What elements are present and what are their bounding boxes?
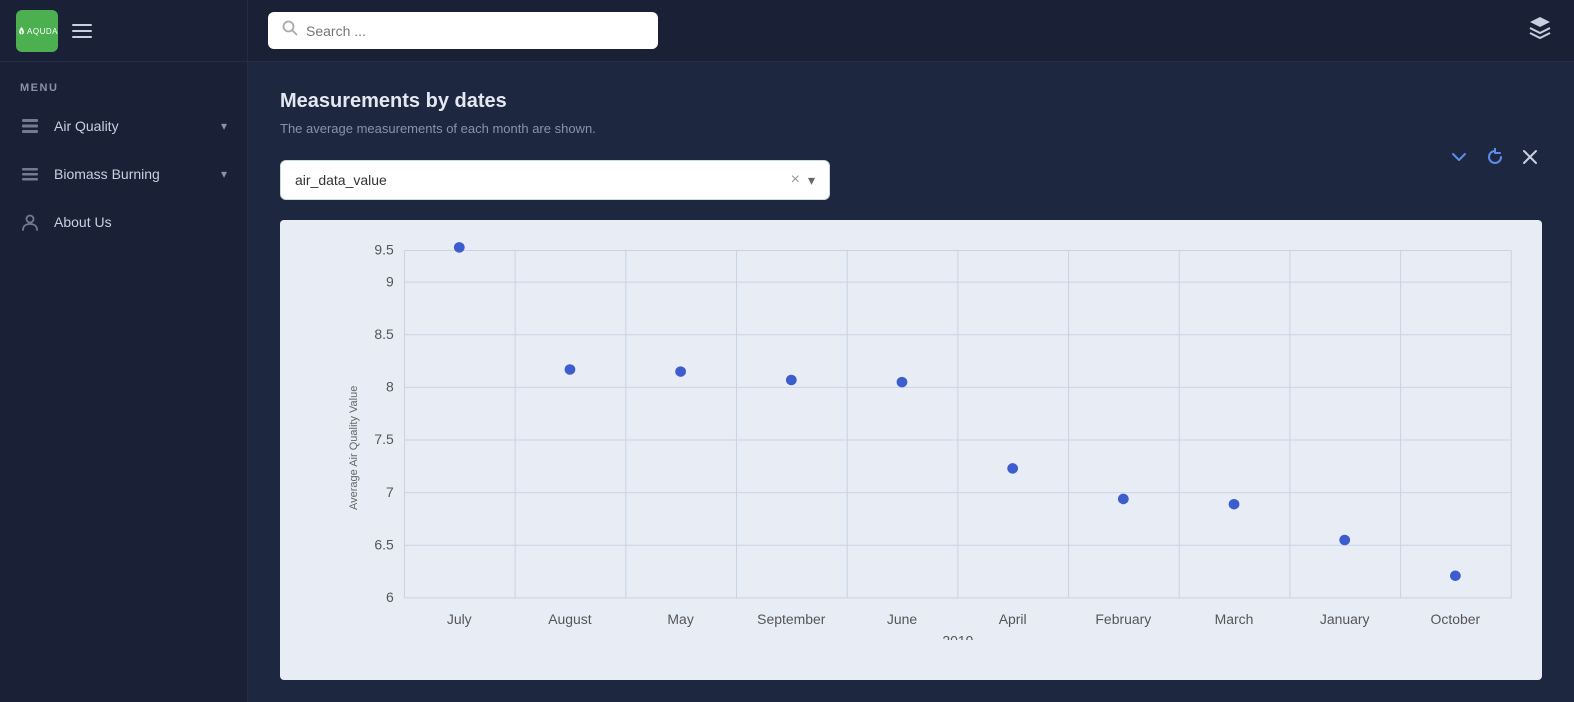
sidebar: AQUDA MENU Air Quality ▾ Biomass Burning… [0,0,248,702]
search-box[interactable] [268,12,658,49]
svg-text:6: 6 [386,589,394,605]
dot-july [454,242,465,253]
svg-text:March: March [1215,611,1254,627]
chart-area: .grid-line { stroke: #c8d4e5; stroke-wid… [340,240,1522,640]
svg-text:9.5: 9.5 [374,242,394,258]
hamburger-menu[interactable] [72,24,92,38]
dot-january [1339,535,1350,546]
svg-text:7.5: 7.5 [374,431,394,447]
svg-text:7: 7 [386,484,394,500]
air-quality-arrow: ▾ [221,119,227,133]
svg-text:April: April [999,611,1027,627]
dot-february [1118,494,1129,505]
chart-svg: .grid-line { stroke: #c8d4e5; stroke-wid… [340,240,1522,640]
layers-icon [20,116,40,136]
card-toolbar [1446,146,1542,173]
svg-text:July: July [447,611,472,627]
dot-april [1007,463,1018,474]
svg-text:February: February [1095,611,1151,627]
dropdown-row: air_data_value × ▾ [280,160,1542,200]
biomass-burning-arrow: ▾ [221,167,227,181]
app-name: AQUDA [27,27,58,36]
dot-march [1229,499,1240,510]
sidebar-item-about-us[interactable]: About Us [0,198,247,246]
list-icon [20,164,40,184]
content-area: Measurements by dates The average measur… [248,62,1574,702]
dot-may [675,366,686,377]
svg-text:June: June [887,611,918,627]
close-button[interactable] [1518,146,1542,173]
stack-icon[interactable] [1526,14,1554,48]
svg-text:September: September [757,611,826,627]
search-icon [282,20,298,41]
svg-text:9: 9 [386,273,394,289]
page-subtitle: The average measurements of each month a… [280,121,1542,136]
sidebar-item-air-quality[interactable]: Air Quality ▾ [0,102,247,150]
dropdown-clear-icon[interactable]: × [791,171,800,189]
svg-text:8.5: 8.5 [374,326,394,342]
refresh-button[interactable] [1482,146,1508,173]
chart-wrapper: Average Air Quality Value .grid-line { s… [280,220,1542,680]
dropdown-arrow-icon: ▾ [808,172,815,189]
dot-september [786,375,797,386]
menu-label: MENU [0,62,247,102]
topbar-right [1526,14,1554,48]
dot-june [897,377,908,388]
biomass-burning-label: Biomass Burning [54,166,207,182]
page-title: Measurements by dates [280,90,1542,113]
svg-text:January: January [1320,611,1370,627]
search-input[interactable] [306,23,644,39]
svg-text:6.5: 6.5 [374,537,394,553]
svg-text:May: May [667,611,693,627]
svg-text:8: 8 [386,379,394,395]
svg-text:August: August [548,611,592,627]
sidebar-item-biomass-burning[interactable]: Biomass Burning ▾ [0,150,247,198]
svg-text:2019: 2019 [942,632,973,640]
sidebar-header: AQUDA [0,0,247,62]
metric-dropdown[interactable]: air_data_value × ▾ [280,160,830,200]
person-icon [20,212,40,232]
main-content: Measurements by dates The average measur… [248,0,1574,702]
expand-button[interactable] [1446,146,1472,173]
dot-october [1450,571,1461,582]
topbar [248,0,1574,62]
svg-text:October: October [1431,611,1481,627]
air-quality-label: Air Quality [54,118,207,134]
dot-august [565,364,576,375]
about-us-label: About Us [54,214,227,230]
dropdown-value: air_data_value [295,172,791,188]
app-logo: AQUDA [16,10,58,52]
